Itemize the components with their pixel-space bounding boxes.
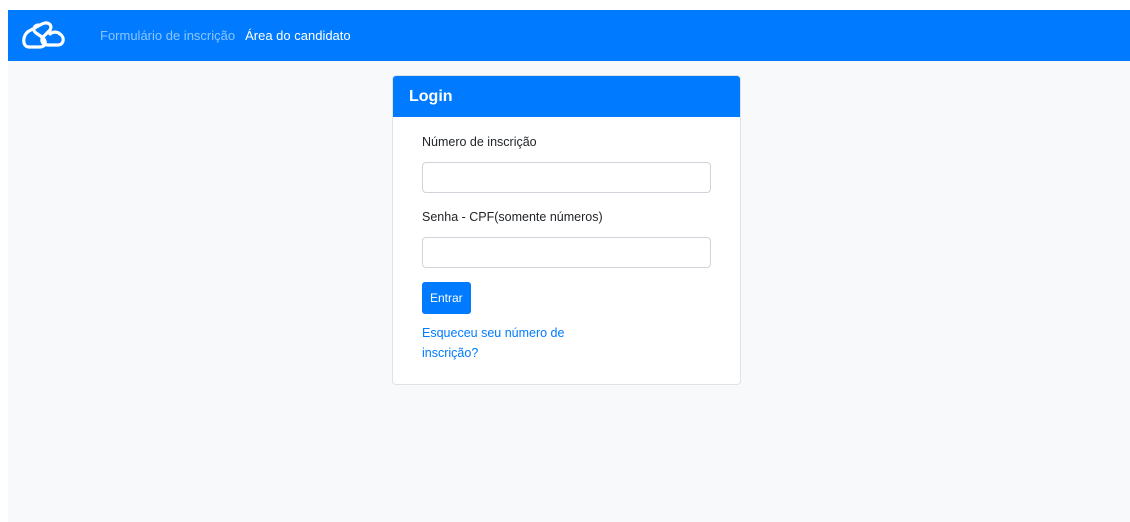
- password-cpf-input[interactable]: [422, 237, 711, 268]
- forgot-registration-link[interactable]: Esqueceu seu número de inscrição?: [422, 323, 582, 363]
- registration-number-input[interactable]: [422, 162, 711, 193]
- nav-link-formulario-inscricao[interactable]: Formulário de inscrição: [100, 10, 235, 61]
- login-card-header: Login: [393, 76, 740, 117]
- top-navbar: Formulário de inscrição Área do candidat…: [8, 10, 1130, 61]
- login-title: Login: [409, 87, 453, 105]
- logo-loop-icon: [22, 20, 65, 49]
- registration-number-label: Número de inscrição: [422, 135, 537, 149]
- password-cpf-label: Senha - CPF(somente números): [422, 210, 603, 224]
- brand-logo-icon[interactable]: [18, 19, 68, 53]
- nav-link-area-candidato[interactable]: Área do candidato: [245, 10, 351, 61]
- page-frame: Formulário de inscrição Área do candidat…: [8, 10, 1130, 522]
- login-submit-button[interactable]: Entrar: [422, 282, 471, 314]
- login-form: Número de inscrição Senha - CPF(somente …: [393, 117, 740, 363]
- login-card: Login Número de inscrição Senha - CPF(so…: [392, 75, 741, 385]
